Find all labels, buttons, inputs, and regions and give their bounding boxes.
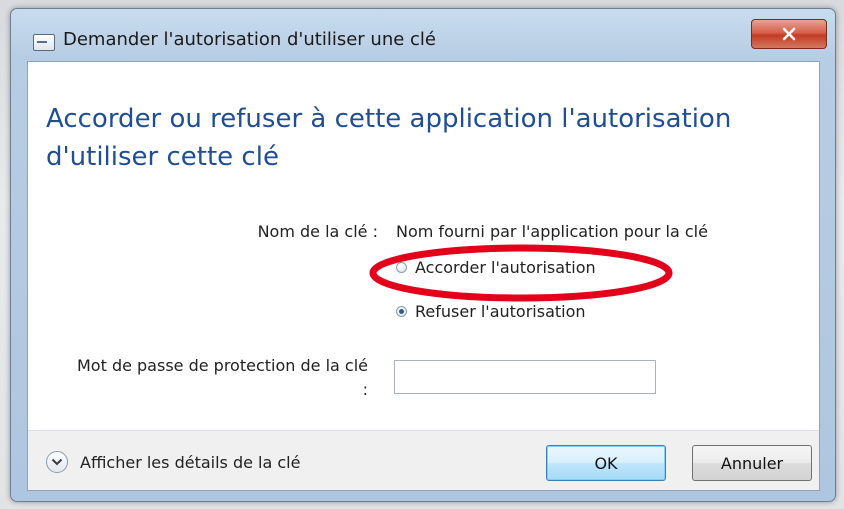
dialog-heading: Accorder ou refuser à cette application … (46, 104, 732, 172)
window-app-icon (33, 34, 55, 51)
cancel-button[interactable]: Annuler (692, 445, 812, 481)
ok-button[interactable]: OK (546, 445, 666, 481)
deny-radio-label: Refuser l'autorisation (415, 302, 586, 321)
grant-permission-radio[interactable]: Accorder l'autorisation (396, 258, 596, 277)
grant-radio-circle[interactable] (396, 262, 407, 273)
title-bar[interactable]: Demander l'autorisation d'utiliser une c… (11, 9, 835, 59)
key-name-label: Nom de la clé : (257, 222, 378, 241)
show-details-toggle[interactable]: Afficher les détails de la clé (46, 451, 300, 473)
deny-radio-circle[interactable] (396, 306, 407, 317)
password-input[interactable] (394, 360, 656, 394)
password-label: Mot de passe de protection de la clé : (76, 356, 368, 399)
window-title: Demander l'autorisation d'utiliser une c… (63, 29, 436, 50)
grant-radio-label: Accorder l'autorisation (415, 258, 596, 277)
chevron-down-icon[interactable] (46, 451, 68, 473)
dialog-window: Demander l'autorisation d'utiliser une c… (10, 8, 836, 502)
deny-permission-radio[interactable]: Refuser l'autorisation (396, 302, 586, 321)
dialog-footer: Afficher les détails de la clé OK Annule… (28, 430, 819, 490)
close-button[interactable] (751, 19, 827, 49)
show-details-label: Afficher les détails de la clé (80, 452, 301, 472)
close-x-icon (782, 27, 796, 41)
key-name-value: Nom fourni par l'application pour la clé (396, 222, 708, 241)
dialog-content: Accorder ou refuser à cette application … (27, 61, 820, 491)
